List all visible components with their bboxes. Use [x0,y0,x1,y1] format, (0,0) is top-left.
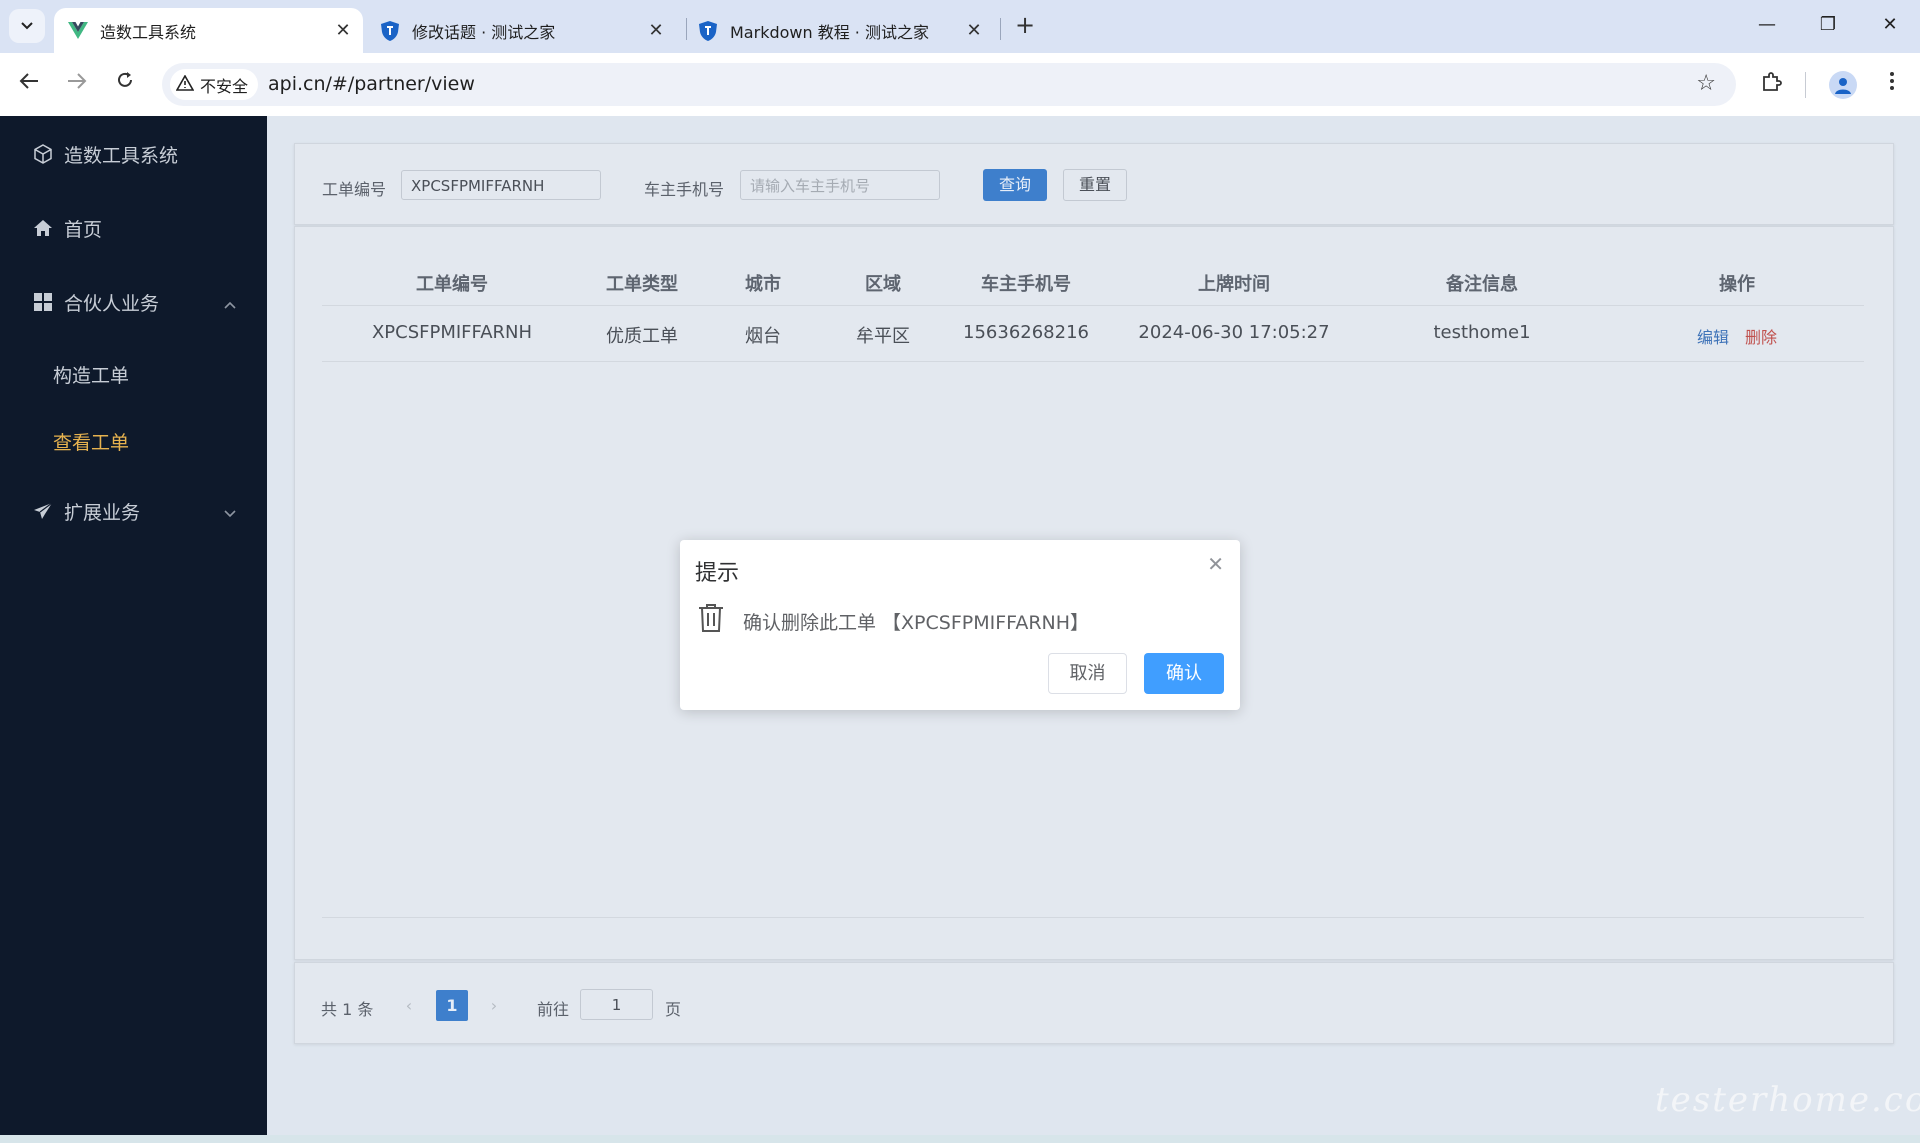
grid-icon [32,293,54,311]
tab-modify-topic[interactable]: 修改话题 · 测试之家 ✕ [366,8,676,53]
cell-plate-time: 2024-06-30 17:05:27 [1138,322,1330,343]
security-label: 不安全 [200,76,249,96]
table-bottom-border [322,917,1864,918]
dialog-message: 确认删除此工单 【XPCSFPMIFFARNH】 [743,612,1090,634]
reload-icon [118,72,132,87]
sidebar-item-home[interactable]: 首页 [0,213,267,243]
goto-label: 前往 [537,1000,570,1019]
sidebar-logo-label: 造数工具系统 [64,144,179,167]
phone-input[interactable]: 请输入车主手机号 [740,170,940,200]
column-header: 城市 [745,274,781,295]
restore-button[interactable]: ❐ [1808,10,1848,40]
column-header: 上牌时间 [1198,274,1270,295]
close-tab-icon[interactable]: ✕ [962,20,986,41]
chevron-up-icon [223,293,237,315]
cell-district: 牟平区 [856,326,910,347]
goto-page-input[interactable]: 1 [580,989,653,1020]
new-tab-button[interactable]: + [1010,10,1040,40]
chevron-down-icon [21,22,33,30]
query-button[interactable]: 查询 [983,169,1047,201]
prev-page-button[interactable]: ‹ [395,992,423,1020]
trash-icon [697,603,725,637]
confirm-dialog: 提示 ✕ 确认删除此工单 【XPCSFPMIFFARNH】 取消 确认 [680,540,1240,710]
kebab-menu-icon[interactable] [1878,71,1906,99]
browser-tab-bar: 造数工具系统 ✕ 修改话题 · 测试之家 ✕ Markdown 教程 · 测试之… [0,0,1920,53]
cell-order-no: XPCSFPMIFFARNH [371,322,533,343]
arrow-right-icon [68,73,87,89]
column-header: 工单类型 [606,274,678,295]
tab-title: 修改话题 · 测试之家 [412,22,556,42]
bookmark-star-icon[interactable]: ☆ [1696,71,1716,96]
security-chip[interactable]: 不安全 [170,69,259,100]
bottom-strip [0,1135,1920,1143]
column-header: 区域 [865,274,901,295]
url-text[interactable]: api.cn/#/partner/view [268,73,475,95]
tab-separator [1000,18,1001,40]
order-no-input[interactable]: XPCSFPMIFFARNH [401,170,601,200]
shield-icon [698,20,718,41]
page-number-1[interactable]: 1 [436,990,468,1021]
close-tab-icon[interactable]: ✕ [331,20,355,41]
tab-title: 造数工具系统 [100,22,197,42]
sidebar-item-label: 扩展业务 [64,501,141,524]
shield-icon [380,20,400,41]
tab-zaoshu[interactable]: 造数工具系统 ✕ [54,8,363,53]
cell-remark: testhome1 [1433,322,1531,343]
close-tab-icon[interactable]: ✕ [644,20,668,41]
dialog-title: 提示 [695,561,740,586]
send-icon [32,502,54,520]
column-header: 车主手机号 [981,274,1071,295]
extensions-icon[interactable] [1758,71,1786,99]
page-suffix: 页 [665,1000,682,1019]
tab-search-button[interactable] [9,9,45,43]
close-icon[interactable]: ✕ [1207,552,1224,576]
sidebar: 造数工具系统 首页 合伙人业务 构造工单 查看工单 扩展业务 [0,116,267,1135]
home-icon [32,219,54,237]
profile-avatar-icon[interactable] [1829,71,1857,99]
sidebar-item-label: 合伙人业务 [64,292,160,315]
phone-label: 车主手机号 [644,180,725,199]
cancel-button[interactable]: 取消 [1048,653,1127,694]
vue-logo-icon [68,21,88,41]
minimize-button[interactable]: — [1747,10,1787,40]
browser-toolbar: 不安全 api.cn/#/partner/view ☆ [0,53,1920,117]
sidebar-subitem-view[interactable]: 查看工单 [53,428,129,455]
reset-button[interactable]: 重置 [1063,169,1127,201]
sidebar-subitem-construct[interactable]: 构造工单 [53,361,129,388]
cube-icon [32,144,54,164]
close-window-button[interactable]: ✕ [1870,10,1910,40]
warning-icon [175,73,195,95]
watermark: testerhome.com [1655,1080,1920,1120]
address-bar[interactable]: 不安全 api.cn/#/partner/view ☆ [162,63,1736,106]
column-header: 工单编号 [416,274,488,295]
next-page-button[interactable]: › [480,992,508,1020]
delete-link[interactable]: 删除 [1745,324,1777,348]
cell-phone: 15636268216 [963,322,1089,343]
sidebar-logo[interactable]: 造数工具系统 [0,139,267,169]
tab-markdown[interactable]: Markdown 教程 · 测试之家 ✕ [684,8,994,53]
sidebar-item-partner[interactable]: 合伙人业务 [0,287,267,317]
cell-city: 烟台 [745,326,781,347]
pagination-total: 共 1 条 [321,1000,374,1019]
header-divider [322,305,1864,306]
confirm-button[interactable]: 确认 [1144,653,1224,694]
pagination-panel [294,962,1894,1044]
sidebar-item-extension[interactable]: 扩展业务 [0,496,267,526]
row-divider [322,361,1864,362]
edit-link[interactable]: 编辑 [1697,324,1729,348]
back-button[interactable] [14,69,44,99]
arrow-left-icon [19,73,38,89]
tab-title: Markdown 教程 · 测试之家 [730,22,929,42]
sidebar-item-label: 首页 [64,218,103,241]
cell-order-type: 优质工单 [606,326,678,347]
toolbar-divider [1805,72,1806,98]
forward-button[interactable] [62,69,92,99]
reload-button[interactable] [110,69,140,99]
order-no-label: 工单编号 [322,180,387,199]
chevron-down-icon [223,502,237,524]
column-header: 备注信息 [1446,274,1518,295]
column-header: 操作 [1719,274,1755,295]
